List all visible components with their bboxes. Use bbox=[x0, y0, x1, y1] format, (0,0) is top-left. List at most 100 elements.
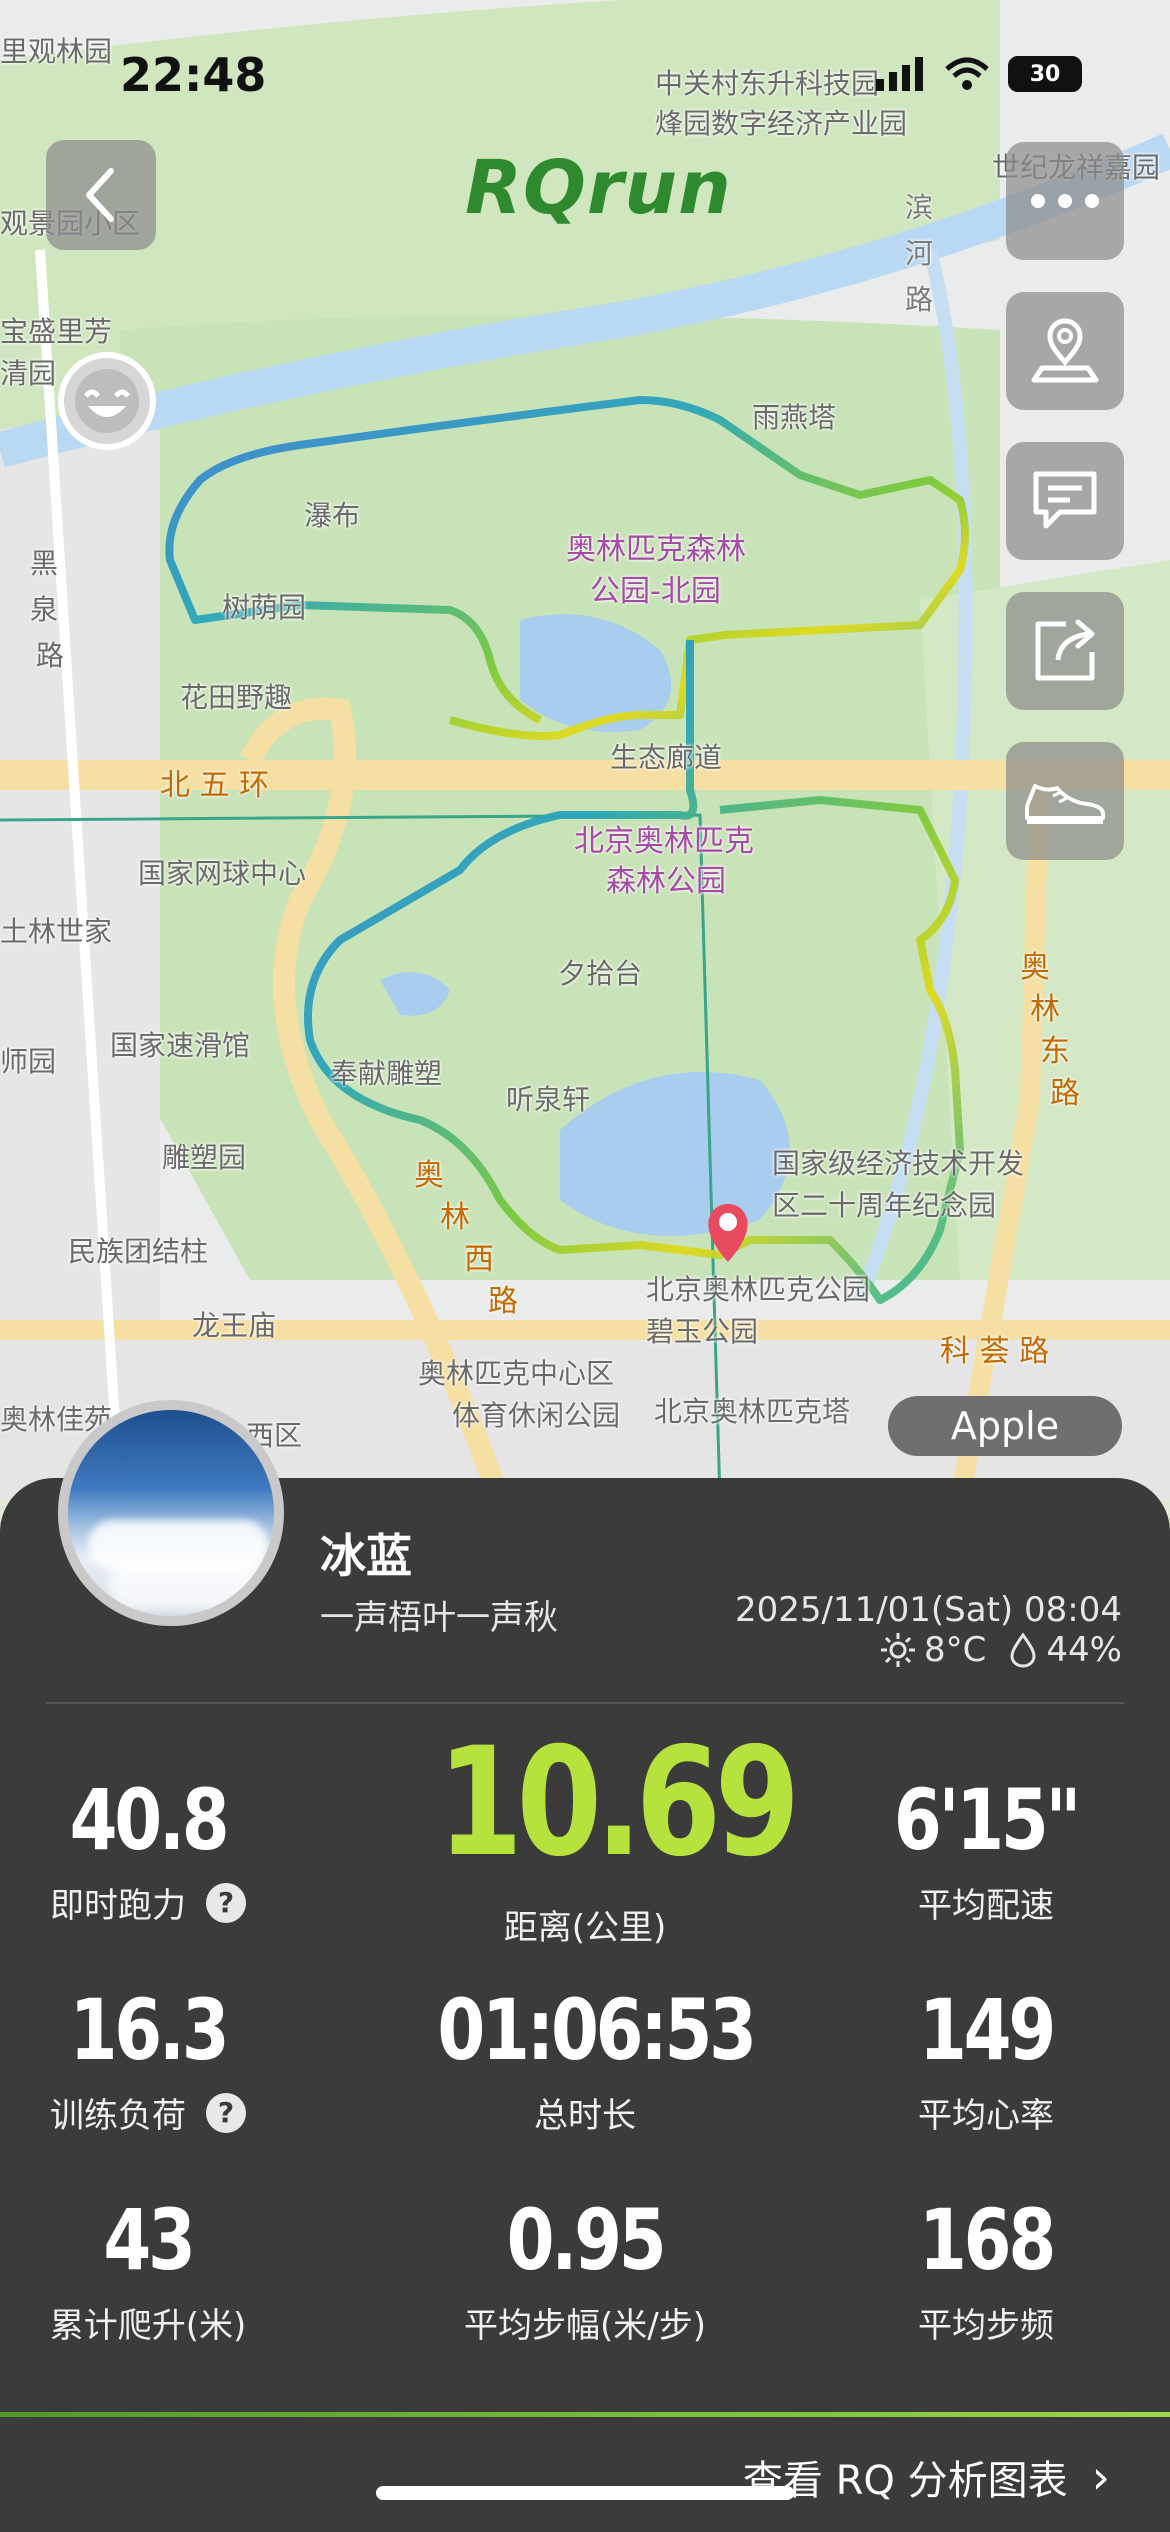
stat-value: 168 bbox=[919, 2191, 1056, 2289]
map-label: 北京奥林匹克公园 bbox=[646, 1273, 871, 1306]
stat-value: 0.95 bbox=[506, 2191, 667, 2289]
map-label: 花田野趣 bbox=[180, 681, 293, 714]
map-label: 北京奥林匹克塔 bbox=[654, 1395, 851, 1428]
analysis-link[interactable]: 查看 RQ 分析图表 › bbox=[743, 2448, 1110, 2506]
map-label: 烽园数字经济产业园 bbox=[655, 107, 908, 140]
map-location-button[interactable] bbox=[1006, 292, 1124, 410]
weather-info: 8°C 44% bbox=[880, 1630, 1122, 1670]
map-label: 民族团结柱 bbox=[68, 1235, 209, 1268]
map-label: 路 bbox=[488, 1284, 518, 1319]
battery-level: 30 bbox=[1029, 61, 1061, 87]
run-datetime: 2025/11/01(Sat) 08:04 bbox=[734, 1590, 1122, 1630]
map-label: 奥 bbox=[1020, 950, 1050, 985]
humidity-drop-icon bbox=[1010, 1632, 1036, 1668]
user-avatar[interactable] bbox=[58, 1400, 284, 1626]
shoe-button[interactable] bbox=[1006, 742, 1124, 860]
stat-running-ability: 40.8 即时跑力? bbox=[0, 1770, 328, 1927]
map-label: 路 bbox=[36, 639, 65, 672]
stat-label: 即时跑力 bbox=[50, 1886, 186, 1926]
sun-icon bbox=[881, 1633, 916, 1667]
help-icon[interactable]: ? bbox=[206, 2092, 246, 2133]
user-name: 冰蓝 bbox=[320, 1529, 412, 1583]
map-label: 黑 bbox=[30, 547, 59, 580]
stat-label: 总时长 bbox=[534, 2096, 636, 2136]
map-label: 清园 bbox=[0, 357, 57, 390]
comment-icon bbox=[1033, 471, 1097, 529]
share-icon bbox=[1035, 619, 1095, 681]
map-label: 瀑布 bbox=[304, 499, 361, 532]
humidity: 44% bbox=[1046, 1630, 1122, 1670]
stat-label: 平均配速 bbox=[918, 1886, 1054, 1926]
status-icons: 30 bbox=[876, 56, 1082, 92]
stat-label: 平均步频 bbox=[918, 2306, 1054, 2346]
stat-avg-stride: 0.95 平均步幅(米/步) bbox=[405, 2190, 765, 2347]
map-label: 北京奥林匹克 bbox=[574, 824, 754, 859]
temperature: 8°C bbox=[924, 1630, 987, 1670]
stat-value: 01:06:53 bbox=[437, 1981, 757, 2079]
stat-label: 训练负荷 bbox=[50, 2096, 186, 2136]
map-provider-badge: Apple bbox=[888, 1396, 1122, 1456]
help-icon[interactable]: ? bbox=[206, 1882, 246, 1923]
smiley-icon bbox=[75, 369, 139, 433]
more-button[interactable] bbox=[1006, 142, 1124, 260]
stat-avg-pace: 6'15" 平均配速 bbox=[806, 1770, 1166, 1927]
map-label: 夕拾台 bbox=[558, 957, 643, 990]
map-label: 泉 bbox=[30, 593, 59, 626]
map-label: 奥林匹克森林 bbox=[566, 532, 746, 567]
stat-elevation-gain: 43 累计爬升(米) bbox=[0, 2190, 328, 2347]
map-label: 中关村东升科技园 bbox=[655, 67, 880, 100]
map-label: 西 bbox=[464, 1242, 494, 1277]
map-label: 宝盛里芳 bbox=[0, 315, 113, 348]
map-label: 林 bbox=[440, 1200, 470, 1235]
map-label: 听泉轩 bbox=[506, 1083, 591, 1116]
map-label: 奥林匹克中心区 bbox=[418, 1357, 615, 1390]
stat-value: 43 bbox=[103, 2191, 196, 2289]
stat-training-load: 16.3 训练负荷? bbox=[0, 1980, 328, 2137]
stat-label: 距离(公里) bbox=[503, 1908, 667, 1948]
map-label: 奉献雕塑 bbox=[330, 1057, 443, 1090]
stat-value: 40.8 bbox=[69, 1771, 230, 1869]
stat-avg-heart-rate: 149 平均心率 bbox=[806, 1980, 1166, 2137]
map-label: 东 bbox=[1040, 1034, 1070, 1069]
map-label: 土林世家 bbox=[0, 915, 113, 948]
map-label: 龙王庙 bbox=[192, 1309, 277, 1342]
map-label: 体育休闲公园 bbox=[452, 1399, 621, 1432]
map-label: 树荫园 bbox=[222, 591, 307, 624]
map-label: 生态廊道 bbox=[610, 741, 723, 774]
stat-value: 10.69 bbox=[437, 1716, 800, 1890]
stat-value: 149 bbox=[919, 1981, 1056, 2079]
chevron-right-icon: › bbox=[1091, 2450, 1110, 2504]
map-label: 公园-北园 bbox=[590, 574, 721, 609]
map-label: 路 bbox=[1050, 1076, 1080, 1111]
map-label: 雨燕塔 bbox=[752, 401, 837, 434]
map-label: 科 荟 路 bbox=[940, 1334, 1050, 1369]
stat-label: 平均心率 bbox=[918, 2096, 1054, 2136]
app-brand-logo: RQrun bbox=[465, 145, 732, 231]
stat-distance: 10.69 距离(公里) bbox=[405, 1716, 800, 1949]
wifi-icon bbox=[945, 57, 989, 90]
accent-divider bbox=[0, 2412, 1170, 2417]
home-indicator[interactable] bbox=[376, 2486, 794, 2500]
smiley-avatar[interactable] bbox=[58, 352, 156, 450]
map-label: 滨 bbox=[905, 191, 934, 224]
map-label: 区二十周年纪念园 bbox=[772, 1189, 997, 1222]
map-label: 师园 bbox=[0, 1045, 57, 1078]
map-label: 国家级经济技术开发 bbox=[772, 1147, 1025, 1180]
map-label: 路 bbox=[905, 283, 934, 316]
map-label: 北 五 环 bbox=[160, 768, 270, 803]
stat-label: 累计爬升(米) bbox=[49, 2306, 247, 2346]
map-pin-icon bbox=[1031, 318, 1099, 383]
map-label: 河 bbox=[905, 237, 934, 270]
chevron-left-icon bbox=[86, 168, 114, 222]
battery-icon: 30 bbox=[1008, 56, 1082, 92]
back-button[interactable] bbox=[46, 140, 156, 250]
signal-icon bbox=[876, 57, 923, 91]
map-label: 雕塑园 bbox=[162, 1141, 247, 1174]
map-label: 森林公园 bbox=[606, 864, 726, 899]
share-button[interactable] bbox=[1006, 592, 1124, 710]
stat-label: 平均步幅(米/步) bbox=[464, 2306, 706, 2346]
comment-button[interactable] bbox=[1006, 442, 1124, 560]
map-label: 里观林园 bbox=[0, 35, 113, 68]
panel-divider bbox=[46, 1702, 1124, 1704]
stat-value: 6'15" bbox=[893, 1771, 1082, 1869]
